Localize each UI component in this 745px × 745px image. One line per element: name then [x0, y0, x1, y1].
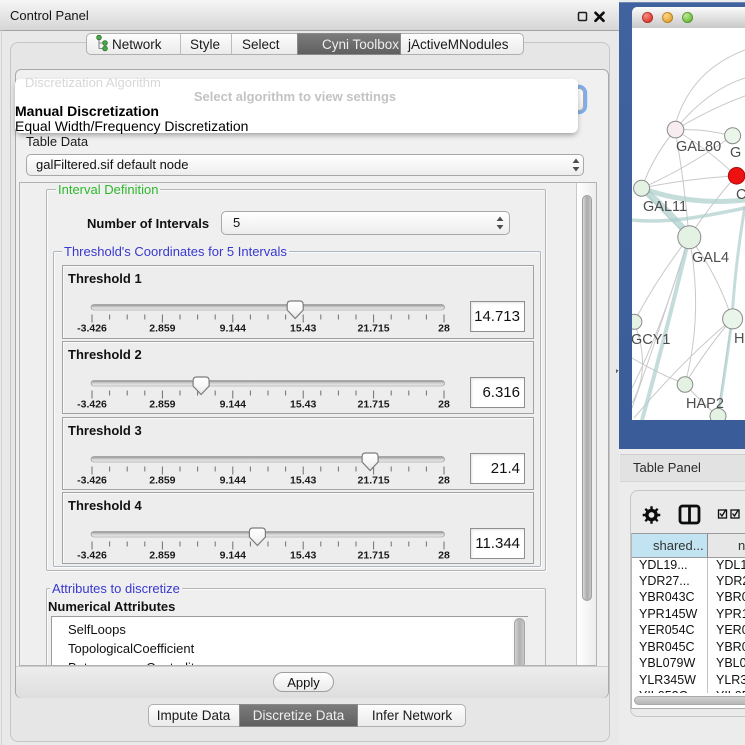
svg-text:G: G: [730, 145, 741, 161]
svg-text:9.144: 9.144: [220, 475, 246, 487]
svg-text:HAP2: HAP2: [686, 396, 724, 412]
svg-text:GAL4: GAL4: [692, 250, 729, 266]
svg-text:28: 28: [438, 399, 450, 411]
svg-text:2.859: 2.859: [149, 399, 175, 411]
svg-text:21.715: 21.715: [358, 323, 390, 335]
svg-text:15.43: 15.43: [290, 323, 316, 335]
svg-text:H: H: [734, 331, 744, 347]
svg-text:21.715: 21.715: [358, 399, 390, 411]
svg-text:GAL11: GAL11: [643, 199, 687, 215]
svg-text:21.715: 21.715: [358, 475, 390, 487]
svg-text:28: 28: [438, 475, 450, 487]
svg-text:28: 28: [438, 550, 450, 562]
svg-text:28: 28: [438, 323, 450, 335]
svg-text:2.859: 2.859: [149, 323, 175, 335]
svg-text:21.715: 21.715: [358, 550, 390, 562]
svg-text:C: C: [736, 187, 745, 203]
svg-text:15.43: 15.43: [290, 399, 316, 411]
svg-text:9.144: 9.144: [220, 323, 246, 335]
svg-text:9.144: 9.144: [220, 399, 246, 411]
svg-text:-3.426: -3.426: [77, 475, 107, 487]
svg-text:2.859: 2.859: [149, 550, 175, 562]
svg-text:15.43: 15.43: [290, 550, 316, 562]
svg-text:9.144: 9.144: [220, 550, 246, 562]
svg-text:2.859: 2.859: [149, 475, 175, 487]
svg-text:-3.426: -3.426: [77, 399, 107, 411]
svg-text:-3.426: -3.426: [77, 323, 107, 335]
svg-text:-3.426: -3.426: [77, 550, 107, 562]
svg-text:15.43: 15.43: [290, 475, 316, 487]
svg-text:GCY1: GCY1: [632, 332, 671, 348]
svg-text:GAL80: GAL80: [676, 139, 721, 155]
